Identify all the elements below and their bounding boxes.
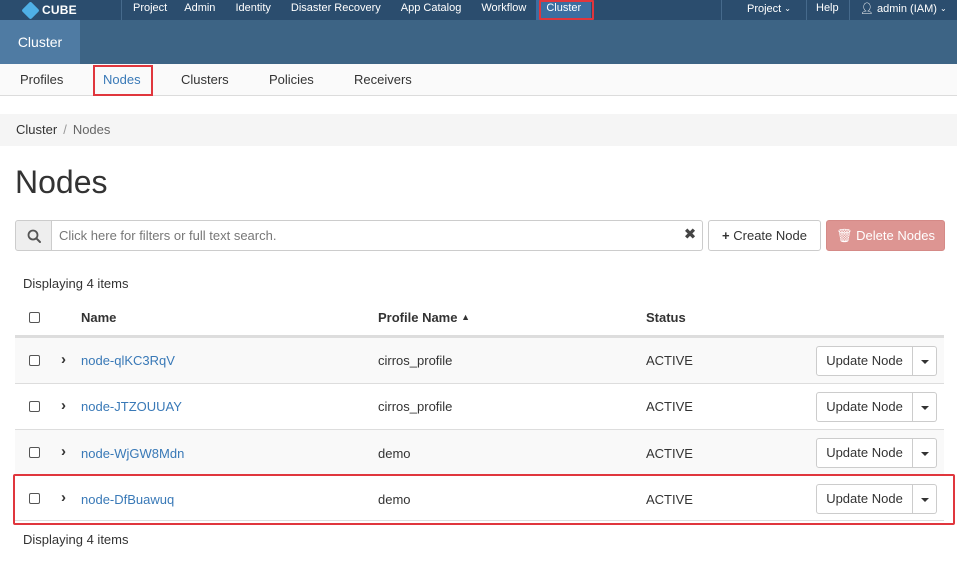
status-text: ACTIVE	[646, 353, 693, 368]
chevron-right-icon[interactable]: ›	[61, 398, 66, 413]
clear-icon[interactable]: ✖	[683, 227, 697, 243]
row-actions-dropdown[interactable]	[913, 392, 937, 422]
update-node-button[interactable]: Update Node	[816, 438, 913, 468]
dashboard-band: Cluster	[0, 20, 957, 64]
nav-app-catalog[interactable]: App Catalog	[391, 0, 472, 20]
highlight-box-cluster-nav	[539, 0, 594, 20]
row-checkbox[interactable]	[29, 355, 40, 366]
tab-clusters[interactable]: Clusters	[181, 64, 229, 95]
help-link[interactable]: Help	[806, 0, 849, 20]
create-node-label: Create Node	[733, 228, 807, 243]
node-name-link[interactable]: node-qlKC3RqV	[81, 353, 175, 368]
update-node-button[interactable]: Update Node	[816, 346, 913, 376]
nav-admin[interactable]: Admin	[184, 0, 225, 20]
delete-nodes-label: Delete Nodes	[856, 228, 935, 243]
breadcrumb-separator: /	[63, 122, 67, 137]
chevron-right-icon[interactable]: ›	[61, 444, 66, 459]
project-dropdown[interactable]: Project ⌄	[737, 0, 801, 20]
sort-ascending-icon: ▲	[461, 312, 471, 322]
breadcrumb: Cluster / Nodes	[0, 114, 957, 146]
brand-name: CUBE	[42, 3, 77, 17]
create-node-button[interactable]: + Create Node	[708, 220, 821, 251]
chevron-right-icon[interactable]: ›	[61, 352, 66, 367]
select-all-checkbox[interactable]	[29, 312, 40, 323]
user-icon: 👤︎	[860, 3, 874, 15]
row-actions-dropdown[interactable]	[913, 438, 937, 468]
tab-policies[interactable]: Policies	[269, 64, 314, 95]
chevron-down-icon: ⌄	[939, 4, 947, 13]
search-input[interactable]	[52, 220, 703, 251]
search-bar: ✖	[15, 220, 703, 251]
column-header-profile-label: Profile Name	[378, 310, 458, 325]
highlight-box-row	[13, 474, 955, 525]
table-row: › node-qlKC3RqV cirros_profile ACTIVE Up…	[15, 337, 944, 383]
item-count-top: Displaying 4 items	[23, 276, 129, 291]
nav-identity[interactable]: Identity	[225, 0, 280, 20]
column-header-name[interactable]: Name	[81, 310, 116, 325]
breadcrumb-cluster[interactable]: Cluster	[16, 122, 57, 137]
status-text: ACTIVE	[646, 446, 693, 461]
page-title: Nodes	[15, 164, 108, 200]
row-actions-dropdown[interactable]	[913, 346, 937, 376]
delete-nodes-button[interactable]: 🗑︎ Delete Nodes	[826, 220, 945, 251]
column-header-profile[interactable]: Profile Name ▲	[378, 310, 470, 325]
plus-icon: +	[722, 228, 730, 243]
highlight-box-nodes-tab	[93, 65, 153, 96]
row-checkbox[interactable]	[29, 401, 40, 412]
column-header-status[interactable]: Status	[646, 310, 686, 325]
search-addon[interactable]	[15, 220, 52, 251]
search-icon	[27, 229, 41, 243]
table-row: › node-WjGW8Mdn demo ACTIVE Update Node	[15, 429, 944, 475]
update-node-button[interactable]: Update Node	[816, 392, 913, 422]
top-navbar: CUBE Project Admin Identity Disaster Rec…	[0, 0, 957, 20]
item-count-bottom: Displaying 4 items	[23, 532, 129, 547]
breadcrumb-current: Nodes	[72, 122, 111, 137]
nav-workflow[interactable]: Workflow	[471, 0, 536, 20]
node-name-link[interactable]: node-WjGW8Mdn	[81, 446, 184, 461]
user-menu-label: admin (IAM)	[877, 3, 937, 15]
row-checkbox[interactable]	[29, 447, 40, 458]
profile-name: demo	[378, 446, 411, 461]
tab-profiles[interactable]: Profiles	[20, 64, 63, 95]
tab-receivers[interactable]: Receivers	[354, 64, 412, 95]
table-row: › node-JTZOUUAY cirros_profile ACTIVE Up…	[15, 383, 944, 429]
nav-disaster-recovery[interactable]: Disaster Recovery	[281, 0, 391, 20]
nav-project[interactable]: Project	[122, 0, 184, 20]
profile-name: cirros_profile	[378, 353, 453, 368]
trash-icon: 🗑︎	[836, 228, 853, 243]
project-dropdown-label: Project	[747, 3, 782, 15]
node-name-link[interactable]: node-JTZOUUAY	[81, 399, 182, 414]
chevron-down-icon: ⌄	[784, 4, 791, 13]
user-menu[interactable]: 👤︎ admin (IAM) ⌄	[850, 0, 955, 20]
status-text: ACTIVE	[646, 399, 693, 414]
band-tab-cluster[interactable]: Cluster	[0, 20, 80, 64]
cube-logo-icon	[21, 0, 40, 20]
profile-name: cirros_profile	[378, 399, 453, 414]
brand-logo[interactable]: CUBE	[21, 0, 77, 20]
